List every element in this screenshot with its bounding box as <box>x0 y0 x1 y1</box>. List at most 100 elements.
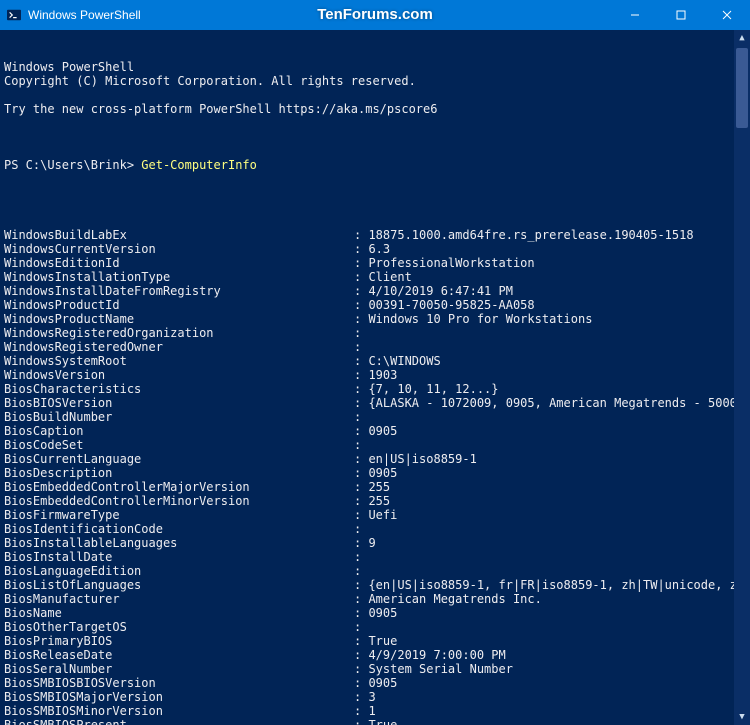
property-separator: : <box>354 410 368 424</box>
property-key: WindowsCurrentVersion <box>4 242 354 256</box>
property-key: BiosSMBIOSBIOSVersion <box>4 676 354 690</box>
property-value <box>368 550 746 564</box>
property-row: WindowsInstallDateFromRegistry: 4/10/201… <box>4 284 746 298</box>
property-key: WindowsProductName <box>4 312 354 326</box>
property-value <box>368 410 746 424</box>
property-row: BiosSMBIOSMajorVersion: 3 <box>4 690 746 704</box>
property-value: 1 <box>368 704 746 718</box>
property-value <box>368 340 746 354</box>
property-row: BiosListOfLanguages: {en|US|iso8859-1, f… <box>4 578 746 592</box>
property-value: 0905 <box>368 606 746 620</box>
property-value: 1903 <box>368 368 746 382</box>
property-separator: : <box>354 536 368 550</box>
property-key: BiosSMBIOSPresent <box>4 718 354 725</box>
property-value <box>368 326 746 340</box>
property-row: BiosName: 0905 <box>4 606 746 620</box>
property-value <box>368 522 746 536</box>
property-value: 00391-70050-95825-AA058 <box>368 298 746 312</box>
command-text: Get-ComputerInfo <box>141 158 257 172</box>
property-row: BiosReleaseDate: 4/9/2019 7:00:00 PM <box>4 648 746 662</box>
property-separator: : <box>354 438 368 452</box>
property-key: WindowsRegisteredOwner <box>4 340 354 354</box>
property-separator: : <box>354 718 368 725</box>
maximize-button[interactable] <box>658 0 704 30</box>
prompt-line: PS C:\Users\Brink> Get-ComputerInfo <box>4 158 746 172</box>
property-separator: : <box>354 396 368 410</box>
property-value: True <box>368 634 746 648</box>
property-value: {7, 10, 11, 12...} <box>368 382 746 396</box>
scroll-up-arrow[interactable]: ▲ <box>734 30 750 46</box>
minimize-button[interactable] <box>612 0 658 30</box>
property-separator: : <box>354 494 368 508</box>
property-row: BiosInstallDate: <box>4 550 746 564</box>
property-row: BiosEmbeddedControllerMinorVersion: 255 <box>4 494 746 508</box>
property-separator: : <box>354 298 368 312</box>
titlebar[interactable]: Windows PowerShell <box>0 0 750 30</box>
scrollbar-thumb[interactable] <box>736 48 748 128</box>
property-key: BiosCharacteristics <box>4 382 354 396</box>
property-separator: : <box>354 368 368 382</box>
property-list: WindowsBuildLabEx: 18875.1000.amd64fre.r… <box>4 228 746 725</box>
property-row: WindowsProductId: 00391-70050-95825-AA05… <box>4 298 746 312</box>
property-separator: : <box>354 522 368 536</box>
property-separator: : <box>354 340 368 354</box>
property-separator: : <box>354 312 368 326</box>
property-value: 4/9/2019 7:00:00 PM <box>368 648 746 662</box>
property-value: 0905 <box>368 466 746 480</box>
vertical-scrollbar[interactable]: ▲ ▼ <box>734 30 750 725</box>
property-value: C:\WINDOWS <box>368 354 746 368</box>
property-separator: : <box>354 690 368 704</box>
property-value: Client <box>368 270 746 284</box>
property-key: BiosFirmwareType <box>4 508 354 522</box>
terminal-output[interactable]: Windows PowerShellCopyright (C) Microsof… <box>0 30 750 725</box>
property-key: BiosManufacturer <box>4 592 354 606</box>
scroll-down-arrow[interactable]: ▼ <box>734 709 750 725</box>
property-row: BiosSMBIOSMinorVersion: 1 <box>4 704 746 718</box>
property-row: BiosDescription: 0905 <box>4 466 746 480</box>
property-row: WindowsEditionId: ProfessionalWorkstatio… <box>4 256 746 270</box>
property-value: {ALASKA - 1072009, 0905, American Megatr… <box>368 396 750 410</box>
property-key: BiosSeralNumber <box>4 662 354 676</box>
property-key: BiosReleaseDate <box>4 648 354 662</box>
property-key: BiosIdentificationCode <box>4 522 354 536</box>
property-row: BiosCharacteristics: {7, 10, 11, 12...} <box>4 382 746 396</box>
property-row: BiosLanguageEdition: <box>4 564 746 578</box>
property-row: BiosSMBIOSPresent: True <box>4 718 746 725</box>
property-key: WindowsInstallDateFromRegistry <box>4 284 354 298</box>
window-title: Windows PowerShell <box>28 8 141 22</box>
property-key: BiosBuildNumber <box>4 410 354 424</box>
terminal-header-lines: Windows PowerShellCopyright (C) Microsof… <box>4 60 746 130</box>
property-separator: : <box>354 466 368 480</box>
property-key: BiosInstallDate <box>4 550 354 564</box>
property-value: {en|US|iso8859-1, fr|FR|iso8859-1, zh|TW… <box>368 578 750 592</box>
property-value: 9 <box>368 536 746 550</box>
property-key: WindowsRegisteredOrganization <box>4 326 354 340</box>
property-value: 4/10/2019 6:47:41 PM <box>368 284 746 298</box>
property-row: BiosCaption: 0905 <box>4 424 746 438</box>
property-key: BiosCurrentLanguage <box>4 452 354 466</box>
property-separator: : <box>354 242 368 256</box>
property-separator: : <box>354 256 368 270</box>
property-key: WindowsInstallationType <box>4 270 354 284</box>
property-value: System Serial Number <box>368 662 746 676</box>
property-key: BiosPrimaryBIOS <box>4 634 354 648</box>
property-row: WindowsCurrentVersion: 6.3 <box>4 242 746 256</box>
property-separator: : <box>354 592 368 606</box>
property-value: True <box>368 718 746 725</box>
property-row: WindowsBuildLabEx: 18875.1000.amd64fre.r… <box>4 228 746 242</box>
property-row: WindowsInstallationType: Client <box>4 270 746 284</box>
property-row: BiosEmbeddedControllerMajorVersion: 255 <box>4 480 746 494</box>
property-separator: : <box>354 228 368 242</box>
property-key: BiosDescription <box>4 466 354 480</box>
property-value: ProfessionalWorkstation <box>368 256 746 270</box>
property-separator: : <box>354 508 368 522</box>
property-key: BiosSMBIOSMajorVersion <box>4 690 354 704</box>
property-value: 0905 <box>368 676 746 690</box>
property-value: 255 <box>368 494 746 508</box>
property-row: WindowsSystemRoot: C:\WINDOWS <box>4 354 746 368</box>
close-button[interactable] <box>704 0 750 30</box>
property-separator: : <box>354 676 368 690</box>
property-separator: : <box>354 606 368 620</box>
header-line <box>4 88 746 102</box>
property-separator: : <box>354 382 368 396</box>
